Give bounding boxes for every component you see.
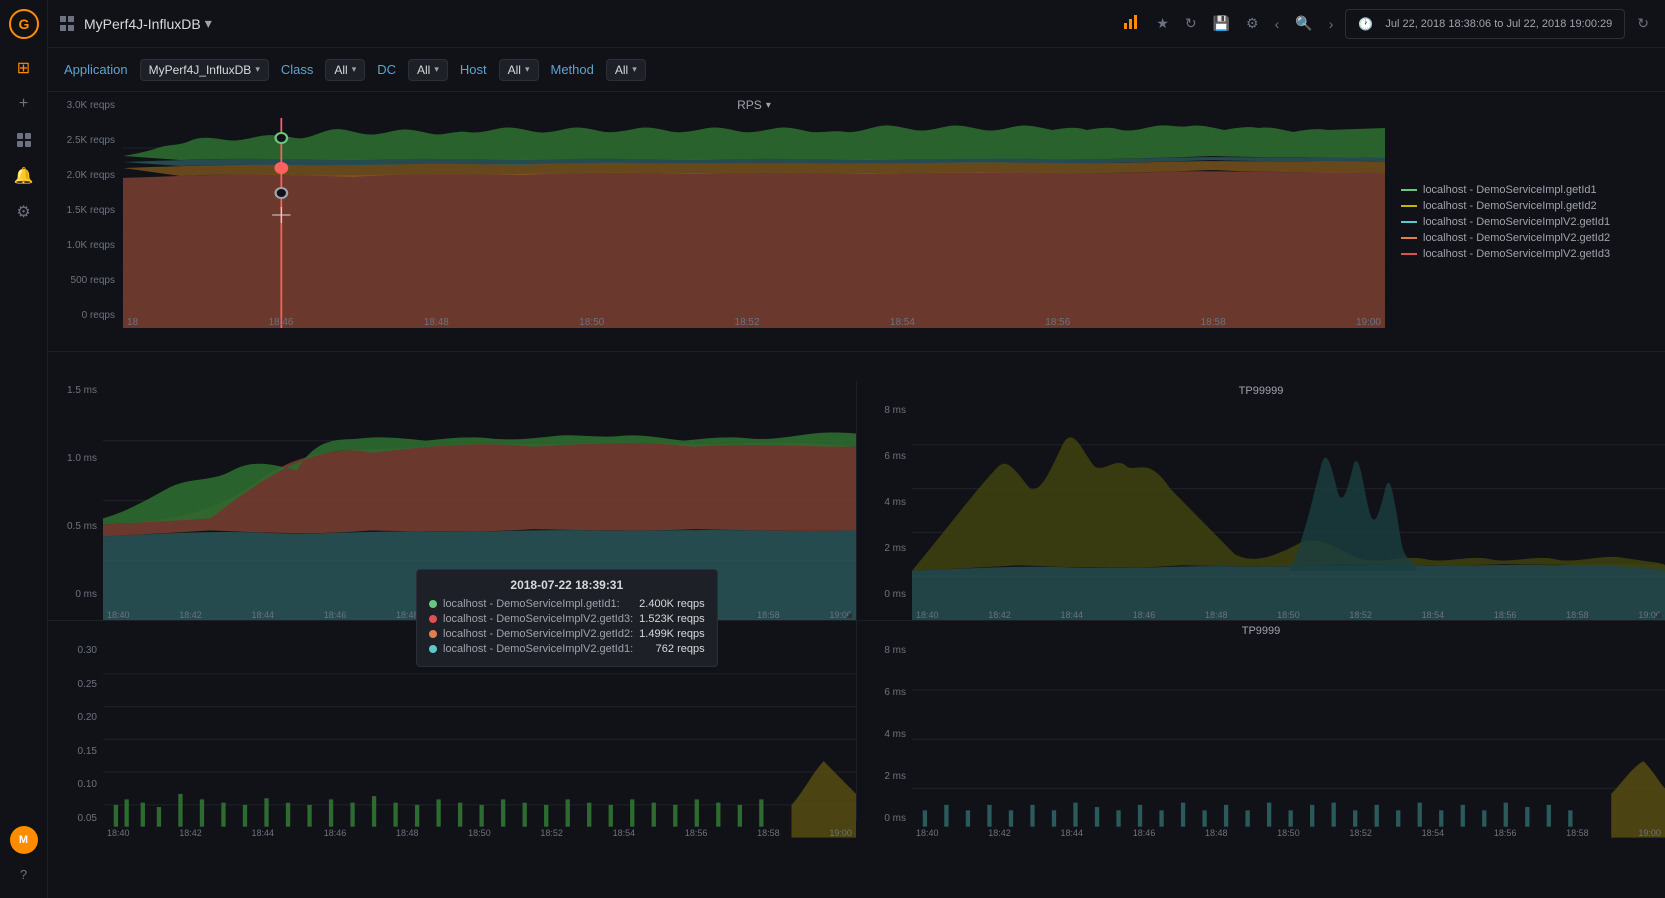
tooltip-row-1: localhost - DemoServiceImpl.getId1: 2.40… (429, 598, 705, 610)
chevron-down-icon-2: ▾ (352, 64, 357, 75)
tooltip-row-3: localhost - DemoServiceImplV2.getId2: 1.… (429, 628, 705, 640)
legend-color-5 (1401, 253, 1417, 255)
tooltip-dot-4 (429, 645, 437, 653)
rps-chart-title: RPS ▾ (123, 92, 1385, 118)
sidebar-item-alerts[interactable]: 🔔 (8, 160, 40, 192)
chart-icon[interactable] (1118, 9, 1144, 38)
rps-x-axis: 18 18:46 18:48 18:50 18:52 18:54 18:56 1… (123, 315, 1385, 328)
topbar: MyPerf4J-InfluxDB ▾ ★ ↻ 💾 ⚙ ‹ 🔍 › 🕐 Jul … (48, 0, 1665, 48)
save-icon[interactable]: 💾 (1209, 11, 1234, 36)
time-range[interactable]: 🕐 Jul 22, 2018 18:38:06 to Jul 22, 2018 … (1345, 9, 1625, 39)
user-avatar[interactable]: M (10, 826, 38, 854)
legend-item-3: localhost - DemoServiceImplV2.getId1 (1401, 216, 1649, 228)
tooltip-row-2: localhost - DemoServiceImplV2.getId3: 1.… (429, 613, 705, 625)
tp9999-chart-title: TP9999 (857, 621, 1665, 641)
tooltip-row-4: localhost - DemoServiceImplV2.getId1: 76… (429, 643, 705, 655)
charts-row-3: StdDev 0.30 0.25 0.20 0.15 0.10 0.05 (48, 621, 1665, 821)
filter-application-label: Application (64, 62, 128, 77)
sidebar-item-dashboard[interactable] (8, 124, 40, 156)
clock-icon: 🕐 (1354, 13, 1377, 35)
back-icon[interactable]: ‹ (1271, 12, 1284, 36)
rps-chart-main[interactable]: RPS ▾ (123, 92, 1385, 351)
median-y-axis: 1.5 ms 1.0 ms 0.5 ms 0 ms (48, 381, 103, 620)
stddev-chart-body: 0.30 0.25 0.20 0.15 0.10 0.05 (48, 641, 856, 838)
chevron-down-icon-4: ▾ (525, 64, 530, 75)
tp9999-y-axis: 8 ms 6 ms 4 ms 2 ms 0 ms (857, 641, 912, 838)
refresh-icon[interactable]: ↻ (1181, 11, 1201, 36)
tp9999-chart: TP9999 8 ms 6 ms 4 ms 2 ms 0 ms (857, 621, 1665, 821)
forward-icon[interactable]: › (1325, 12, 1338, 36)
legend-color-2 (1401, 205, 1417, 207)
legend-item-5: localhost - DemoServiceImplV2.getId3 (1401, 248, 1649, 260)
tooltip-time: 2018-07-22 18:39:31 (429, 578, 705, 592)
legend-item-1: localhost - DemoServiceImpl.getId1 (1401, 184, 1649, 196)
help-icon[interactable]: ? (8, 858, 40, 890)
tp99999-chart-title: TP99999 (857, 381, 1665, 401)
stddev-y-axis: 0.30 0.25 0.20 0.15 0.10 0.05 (48, 641, 103, 838)
resize-handle[interactable]: ◢ (846, 610, 856, 620)
tp99999-x-axis: 18:40 18:42 18:44 18:46 18:48 18:50 18:5… (912, 608, 1665, 620)
sidebar-item-add[interactable]: + (8, 88, 40, 120)
stddev-chart-svg[interactable]: 18:40 18:42 18:44 18:46 18:48 18:50 18:5… (103, 641, 856, 838)
legend-color-4 (1401, 237, 1417, 239)
filter-method-label: Method (551, 62, 594, 77)
filter-dc-dropdown[interactable]: All ▾ (408, 59, 448, 81)
gear-icon[interactable]: ⚙ (1242, 11, 1263, 36)
rps-legend: localhost - DemoServiceImpl.getId1 local… (1385, 92, 1665, 351)
topbar-actions: ★ ↻ 💾 ⚙ ‹ 🔍 › 🕐 Jul 22, 2018 18:38:06 to… (1118, 9, 1653, 39)
filter-host-dropdown[interactable]: All ▾ (499, 59, 539, 81)
legend-color-1 (1401, 189, 1417, 191)
time-refresh-icon[interactable]: ↻ (1633, 11, 1653, 36)
tp99999-chart: TP99999 8 ms 6 ms 4 ms 2 ms 0 ms (857, 381, 1665, 620)
rps-chart: 3.0K reqps 2.5K reqps 2.0K reqps 1.5K re… (48, 92, 1665, 352)
chevron-down-icon-3: ▾ (434, 64, 439, 75)
tp99999-chart-svg[interactable]: 18:40 18:42 18:44 18:46 18:48 18:50 18:5… (912, 401, 1665, 620)
filterbar: Application MyPerf4J_InfluxDB ▾ Class Al… (48, 48, 1665, 92)
tooltip-dot-1 (429, 600, 437, 608)
filter-class-dropdown[interactable]: All ▾ (325, 59, 365, 81)
charts-row-2: 1.5 ms 1.0 ms 0.5 ms 0 ms (48, 381, 1665, 621)
legend-item-4: localhost - DemoServiceImplV2.getId2 (1401, 232, 1649, 244)
zoom-icon[interactable]: 🔍 (1291, 11, 1316, 36)
sidebar: G ⊞ + 🔔 ⚙ M ? (0, 0, 48, 898)
chevron-down-icon-5: ▾ (632, 64, 637, 75)
app-title[interactable]: MyPerf4J-InfluxDB ▾ (84, 15, 212, 32)
rps-dropdown-icon[interactable]: ▾ (766, 100, 771, 111)
svg-text:G: G (18, 16, 29, 32)
tp99999-chart-body: 8 ms 6 ms 4 ms 2 ms 0 ms (857, 401, 1665, 620)
stddev-x-axis: 18:40 18:42 18:44 18:46 18:48 18:50 18:5… (103, 826, 856, 838)
chart-tooltip: 2018-07-22 18:39:31 localhost - DemoServ… (416, 569, 718, 667)
filter-class-label: Class (281, 62, 314, 77)
filter-method-dropdown[interactable]: All ▾ (606, 59, 646, 81)
sidebar-item-home[interactable]: ⊞ (8, 52, 40, 84)
tooltip-dot-2 (429, 615, 437, 623)
resize-handle-2[interactable]: ◢ (1655, 610, 1665, 620)
tp99999-y-axis: 8 ms 6 ms 4 ms 2 ms 0 ms (857, 401, 912, 620)
tp9999-chart-svg[interactable]: 18:40 18:42 18:44 18:46 18:48 18:50 18:5… (912, 641, 1665, 838)
chevron-down-icon: ▾ (255, 64, 260, 75)
filter-application-dropdown[interactable]: MyPerf4J_InfluxDB ▾ (140, 59, 269, 81)
filter-host-label: Host (460, 62, 487, 77)
charts-area: 3.0K reqps 2.5K reqps 2.0K reqps 1.5K re… (48, 92, 1665, 898)
app-title-dropdown[interactable]: ▾ (205, 15, 212, 32)
main-content: MyPerf4J-InfluxDB ▾ ★ ↻ 💾 ⚙ ‹ 🔍 › 🕐 Jul … (48, 0, 1665, 898)
star-icon[interactable]: ★ (1152, 11, 1173, 36)
sidebar-item-settings[interactable]: ⚙ (8, 196, 40, 228)
app-logo[interactable]: G (8, 8, 40, 40)
grid-icon (60, 16, 76, 32)
legend-item-2: localhost - DemoServiceImpl.getId2 (1401, 200, 1649, 212)
tp9999-chart-body: 8 ms 6 ms 4 ms 2 ms 0 ms (857, 641, 1665, 838)
filter-dc-label: DC (377, 62, 396, 77)
rps-y-axis: 3.0K reqps 2.5K reqps 2.0K reqps 1.5K re… (48, 92, 123, 351)
tp9999-x-axis: 18:40 18:42 18:44 18:46 18:48 18:50 18:5… (912, 826, 1665, 838)
legend-color-3 (1401, 221, 1417, 223)
tooltip-dot-3 (429, 630, 437, 638)
